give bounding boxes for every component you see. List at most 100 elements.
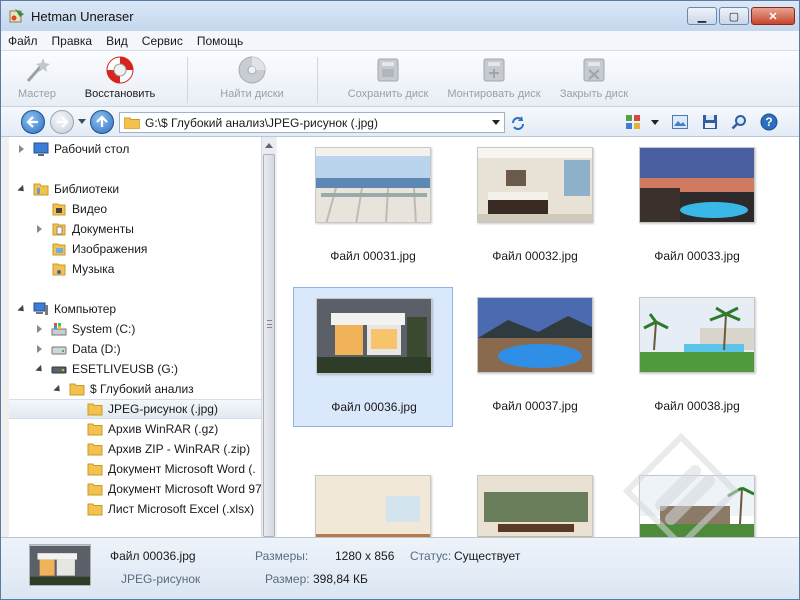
help-button[interactable]: ? <box>760 113 778 131</box>
mount-disk-label: Монтировать диск <box>447 88 541 100</box>
title-bar[interactable]: Hetman Uneraser ▁ ▢ ✕ <box>1 1 799 31</box>
mount-disk-button[interactable]: Монтировать диск <box>441 53 547 105</box>
path-dropdown-button[interactable] <box>488 113 504 132</box>
folder-icon <box>87 483 103 496</box>
search-icon <box>731 115 746 130</box>
save-button[interactable] <box>701 113 719 131</box>
tree-item-label: Изображения <box>72 242 148 256</box>
up-button[interactable] <box>90 110 114 134</box>
tree-item-data-d[interactable]: Data (D:) <box>9 339 261 359</box>
close-disk-button[interactable]: Закрыть диск <box>555 53 633 105</box>
tree-item-jpeg[interactable]: JPEG-рисунок (.jpg) <box>9 399 261 419</box>
file-tile[interactable] <box>293 465 453 537</box>
search-button[interactable] <box>730 113 748 131</box>
file-tile[interactable]: Файл 00032.jpg <box>455 137 615 277</box>
tree-scrollbar[interactable] <box>261 137 275 537</box>
collapse-arrow-icon[interactable] <box>16 184 27 194</box>
path-field[interactable]: G:\$ Глубокий анализ\JPEG-рисунок (.jpg) <box>119 112 505 133</box>
drive-icon <box>51 346 67 355</box>
tree-item-music[interactable]: Музыка <box>9 259 261 279</box>
status-bar: Файл 00036.jpg JPEG-рисунок Размеры: 128… <box>1 537 799 599</box>
menu-file[interactable]: Файл <box>1 34 45 48</box>
save-disk-icon <box>377 58 399 82</box>
collapse-arrow-icon[interactable] <box>52 384 63 394</box>
tree-item-computer[interactable]: Компьютер <box>9 299 261 319</box>
tree-item-label: Архив ZIP - WinRAR (.zip) <box>108 442 251 456</box>
tree-item-label: $ Глубокий анализ <box>90 382 194 396</box>
file-name: Файл 00038.jpg <box>654 399 740 413</box>
close-button[interactable]: ✕ <box>751 7 795 25</box>
watermark-logo-icon <box>622 432 740 550</box>
disk-search-icon <box>238 56 266 84</box>
tree-item-gz[interactable]: Архив WinRAR (.gz) <box>9 419 261 439</box>
menu-view[interactable]: Вид <box>99 34 135 48</box>
folder-icon <box>87 423 103 436</box>
tree-item-doc97[interactable]: Документ Microsoft Word 97 <box>9 479 261 499</box>
tree-item-pictures[interactable]: Изображения <box>9 239 261 259</box>
video-library-icon <box>52 203 66 216</box>
collapse-arrow-icon[interactable] <box>34 364 45 374</box>
view-mode-dropdown[interactable] <box>646 113 664 131</box>
maximize-button[interactable]: ▢ <box>719 7 749 25</box>
wizard-button[interactable]: Мастер <box>11 53 63 105</box>
file-tile[interactable]: Файл 00037.jpg <box>455 287 615 427</box>
forward-button[interactable] <box>50 110 74 134</box>
image-preview-icon <box>672 115 688 129</box>
minimize-icon: ▁ <box>697 10 707 23</box>
tree-item-docx[interactable]: Документ Microsoft Word (. <box>9 459 261 479</box>
tree-item-label: ESETLIVEUSB (G:) <box>72 362 179 376</box>
scrollbar-thumb[interactable] <box>263 154 275 537</box>
minimize-button[interactable]: ▁ <box>687 7 717 25</box>
view-mode-button[interactable] <box>624 113 642 131</box>
expand-arrow-icon[interactable] <box>35 325 44 334</box>
find-disks-button[interactable]: Найти диски <box>213 53 291 105</box>
file-name: Файл 00037.jpg <box>492 399 578 413</box>
menu-help[interactable]: Помощь <box>190 34 250 48</box>
menu-service[interactable]: Сервис <box>135 34 190 48</box>
menu-edit[interactable]: Правка <box>45 34 100 48</box>
back-button[interactable] <box>21 110 45 134</box>
thumbnails-view-icon <box>626 115 640 129</box>
tree-item-libraries[interactable]: Библиотеки <box>9 179 261 199</box>
collapse-arrow-icon[interactable] <box>16 304 27 314</box>
grip-icon <box>267 320 272 328</box>
file-tile[interactable]: Файл 00033.jpg <box>617 137 777 277</box>
file-tile[interactable] <box>455 465 615 537</box>
tree-item-deep-analysis[interactable]: $ Глубокий анализ <box>9 379 261 399</box>
tree-item-label: Компьютер <box>54 302 117 316</box>
scroll-up-icon[interactable] <box>265 143 273 148</box>
preview-button[interactable] <box>671 113 689 131</box>
expand-arrow-icon[interactable] <box>35 225 44 234</box>
file-tile[interactable]: Файл 00038.jpg <box>617 287 777 427</box>
tree-item-label: Data (D:) <box>72 342 121 356</box>
toolbar: Мастер Восстановить Найти диски Сохранит… <box>1 51 799 107</box>
tree-item-xlsx[interactable]: Лист Microsoft Excel (.xlsx) <box>9 499 261 519</box>
restore-button[interactable]: Восстановить <box>79 53 161 105</box>
expand-arrow-icon[interactable] <box>17 145 26 154</box>
file-name: Файл 00036.jpg <box>331 400 417 414</box>
tree-item-label: Архив WinRAR (.gz) <box>108 422 219 436</box>
maximize-icon: ▢ <box>728 10 740 23</box>
tree-item-desktop[interactable]: Рабочий стол <box>9 139 261 159</box>
tree-item-label: System (C:) <box>72 322 136 336</box>
save-disk-button[interactable]: Сохранить диск <box>343 53 433 105</box>
folder-icon <box>87 443 103 456</box>
file-tile-selected[interactable]: Файл 00036.jpg <box>293 287 453 427</box>
tree-item-system-c[interactable]: System (C:) <box>9 319 261 339</box>
expand-arrow-icon[interactable] <box>35 345 44 354</box>
tree-item-usb-g[interactable]: ESETLIVEUSB (G:) <box>9 359 261 379</box>
app-icon <box>9 9 24 23</box>
folder-icon <box>69 383 85 396</box>
history-dropdown-icon[interactable] <box>78 119 86 124</box>
folder-icon <box>124 117 140 129</box>
tree-item-video[interactable]: Видео <box>9 199 261 219</box>
tree-item-documents[interactable]: Документы <box>9 219 261 239</box>
tree-item-zip[interactable]: Архив ZIP - WinRAR (.zip) <box>9 439 261 459</box>
status-dimensions-label: Размеры: <box>255 549 309 563</box>
tree-item-label: Документ Microsoft Word (. <box>108 462 256 476</box>
app-window: Hetman Uneraser ▁ ▢ ✕ Файл Правка Вид Се… <box>0 0 800 600</box>
file-tile[interactable]: Файл 00031.jpg <box>293 137 453 277</box>
svg-text:?: ? <box>765 115 772 129</box>
status-size-value: 398,84 КБ <box>313 572 368 586</box>
refresh-icon[interactable] <box>510 115 526 131</box>
